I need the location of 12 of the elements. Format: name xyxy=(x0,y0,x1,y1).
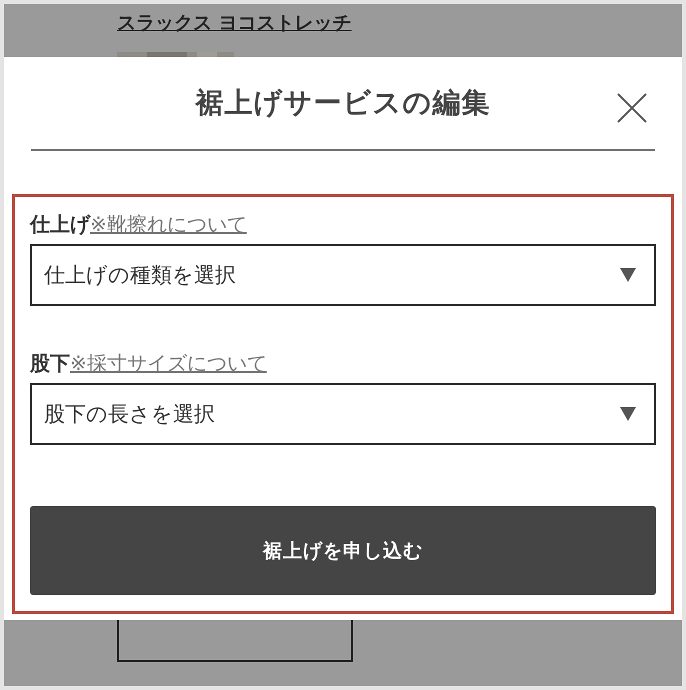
submit-button[interactable]: 裾上げを申し込む xyxy=(30,506,656,595)
modal-title: 裾上げサービスの編集 xyxy=(196,85,490,121)
select-field[interactable]: 仕上げの種類を選択 xyxy=(30,244,656,306)
field-label: 股下 xyxy=(30,350,70,377)
info-link[interactable]: ※採寸サイズについて xyxy=(70,350,267,377)
caret-icon xyxy=(620,268,636,282)
close-icon[interactable] xyxy=(617,93,647,123)
field-label: 仕上げ xyxy=(30,211,90,238)
info-link[interactable]: ※靴擦れについて xyxy=(90,211,247,238)
product-title[interactable]: スラックス ヨコストレッチ xyxy=(117,10,352,36)
select-field[interactable]: 股下の長さを選択 xyxy=(30,383,656,445)
caret-icon xyxy=(620,407,636,421)
